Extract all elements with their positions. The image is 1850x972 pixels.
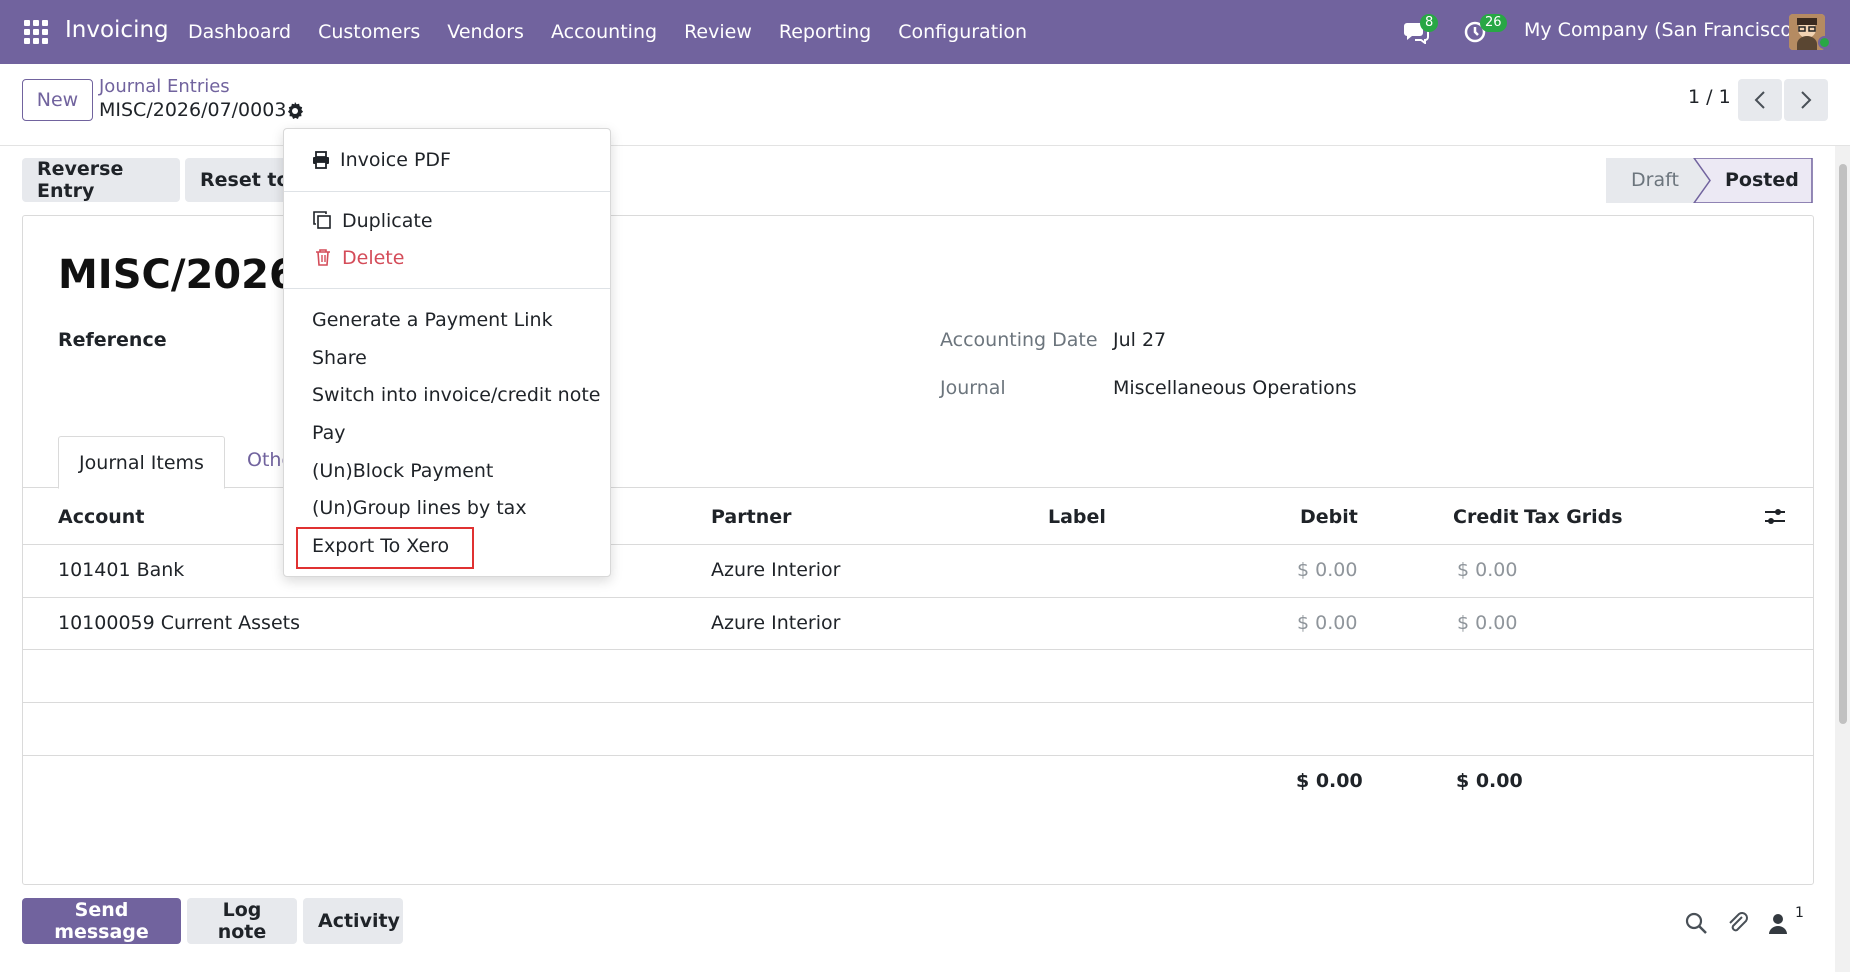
column-header-label[interactable]: Label <box>1048 506 1106 528</box>
column-header-account[interactable]: Account <box>58 506 144 528</box>
row-partner[interactable]: Azure Interior <box>711 612 840 634</box>
gear-icon[interactable] <box>285 101 305 121</box>
trash-icon <box>315 248 331 270</box>
menu-item-configuration[interactable]: Configuration <box>898 0 1027 64</box>
menu-item-switch-invoice-credit-note[interactable]: Switch into invoice/credit note <box>312 384 600 406</box>
row-debit[interactable]: $ 0.00 <box>1297 559 1357 581</box>
top-navbar: Invoicing Dashboard Customers Vendors Ac… <box>0 0 1850 64</box>
status-posted[interactable]: Posted <box>1725 169 1799 191</box>
row-partner[interactable]: Azure Interior <box>711 559 840 581</box>
menu-item-delete[interactable]: Delete <box>342 247 404 269</box>
menu-item-generate-payment-link[interactable]: Generate a Payment Link <box>312 309 553 331</box>
pager-value[interactable]: 1 / 1 <box>1688 86 1731 108</box>
chatter: Send message Log note Activity 1 <box>0 885 1850 972</box>
menu-item-ungroup-lines-by-tax[interactable]: (Un)Group lines by tax <box>312 497 527 519</box>
menu-item-vendors[interactable]: Vendors <box>447 0 524 64</box>
reference-label: Reference <box>58 329 167 351</box>
search-icon[interactable] <box>1684 911 1708 935</box>
menu-item-accounting[interactable]: Accounting <box>551 0 657 64</box>
menu-item-pay[interactable]: Pay <box>312 422 346 444</box>
page-scrollbar[interactable] <box>1835 146 1850 972</box>
main-menu: Dashboard Customers Vendors Accounting R… <box>188 0 1054 64</box>
app-brand[interactable]: Invoicing <box>65 17 169 43</box>
new-button[interactable]: New <box>22 79 93 121</box>
scrollbar-thumb[interactable] <box>1839 164 1847 724</box>
send-message-button[interactable]: Send message <box>22 898 181 944</box>
messages-badge: 8 <box>1420 14 1439 32</box>
menu-item-unblock-payment[interactable]: (Un)Block Payment <box>312 460 493 482</box>
action-menu-dropdown: Invoice PDF Duplicate Delete Generate a … <box>283 128 611 577</box>
column-header-tax-grids[interactable]: Tax Grids <box>1524 506 1623 528</box>
chevron-left-icon <box>1754 91 1765 109</box>
row-account[interactable]: 101401 Bank <box>58 559 184 581</box>
optional-columns-icon[interactable] <box>1764 506 1786 528</box>
followers-count: 1 <box>1795 905 1804 921</box>
menu-item-dashboard[interactable]: Dashboard <box>188 0 291 64</box>
activities-badge: 26 <box>1480 14 1507 32</box>
duplicate-icon <box>312 210 332 234</box>
journal-field[interactable]: Miscellaneous Operations <box>1113 377 1357 399</box>
tab-journal-items[interactable]: Journal Items <box>58 436 225 489</box>
menu-item-duplicate[interactable]: Duplicate <box>342 210 433 232</box>
reverse-entry-button[interactable]: Reverse Entry <box>22 158 180 202</box>
pager-next-button[interactable] <box>1784 79 1828 121</box>
accounting-date-label: Accounting Date <box>940 329 1098 351</box>
reset-to-draft-button[interactable]: Reset to <box>185 158 295 202</box>
total-debit: $ 0.00 <box>1296 770 1363 792</box>
paperclip-icon[interactable] <box>1726 911 1750 935</box>
menu-item-reporting[interactable]: Reporting <box>779 0 871 64</box>
form-statusbar-row: Reverse Entry Reset to Draft Posted <box>0 146 1850 216</box>
row-debit[interactable]: $ 0.00 <box>1297 612 1357 634</box>
column-header-partner[interactable]: Partner <box>711 506 791 528</box>
printer-icon <box>312 151 330 173</box>
menu-item-share[interactable]: Share <box>312 347 367 369</box>
online-status-dot <box>1818 36 1831 49</box>
menu-item-review[interactable]: Review <box>684 0 752 64</box>
status-draft[interactable]: Draft <box>1631 169 1679 191</box>
log-note-button[interactable]: Log note <box>187 898 297 944</box>
column-header-debit[interactable]: Debit <box>1300 506 1358 528</box>
activity-button[interactable]: Activity <box>303 898 403 944</box>
total-credit: $ 0.00 <box>1456 770 1523 792</box>
journal-label: Journal <box>940 377 1006 399</box>
breadcrumb-journal-entries[interactable]: Journal Entries <box>99 76 230 97</box>
followers-icon[interactable] <box>1768 911 1792 935</box>
apps-grid-icon[interactable] <box>24 20 48 44</box>
accounting-date-field[interactable]: Jul 27 <box>1113 329 1166 351</box>
control-panel: New Journal Entries MISC/2026/07/0003 1 … <box>0 64 1850 146</box>
chevron-right-icon <box>1801 91 1812 109</box>
pager-previous-button[interactable] <box>1738 79 1782 121</box>
menu-item-customers[interactable]: Customers <box>318 0 420 64</box>
breadcrumb-current-record: MISC/2026/07/0003 <box>99 99 287 121</box>
row-account[interactable]: 10100059 Current Assets <box>58 612 300 634</box>
menu-item-invoice-pdf[interactable]: Invoice PDF <box>340 149 451 171</box>
company-switcher[interactable]: My Company (San Francisco) <box>1524 19 1799 41</box>
row-credit[interactable]: $ 0.00 <box>1457 559 1517 581</box>
row-credit[interactable]: $ 0.00 <box>1457 612 1517 634</box>
column-header-credit[interactable]: Credit <box>1453 506 1518 528</box>
highlight-box <box>296 527 474 569</box>
